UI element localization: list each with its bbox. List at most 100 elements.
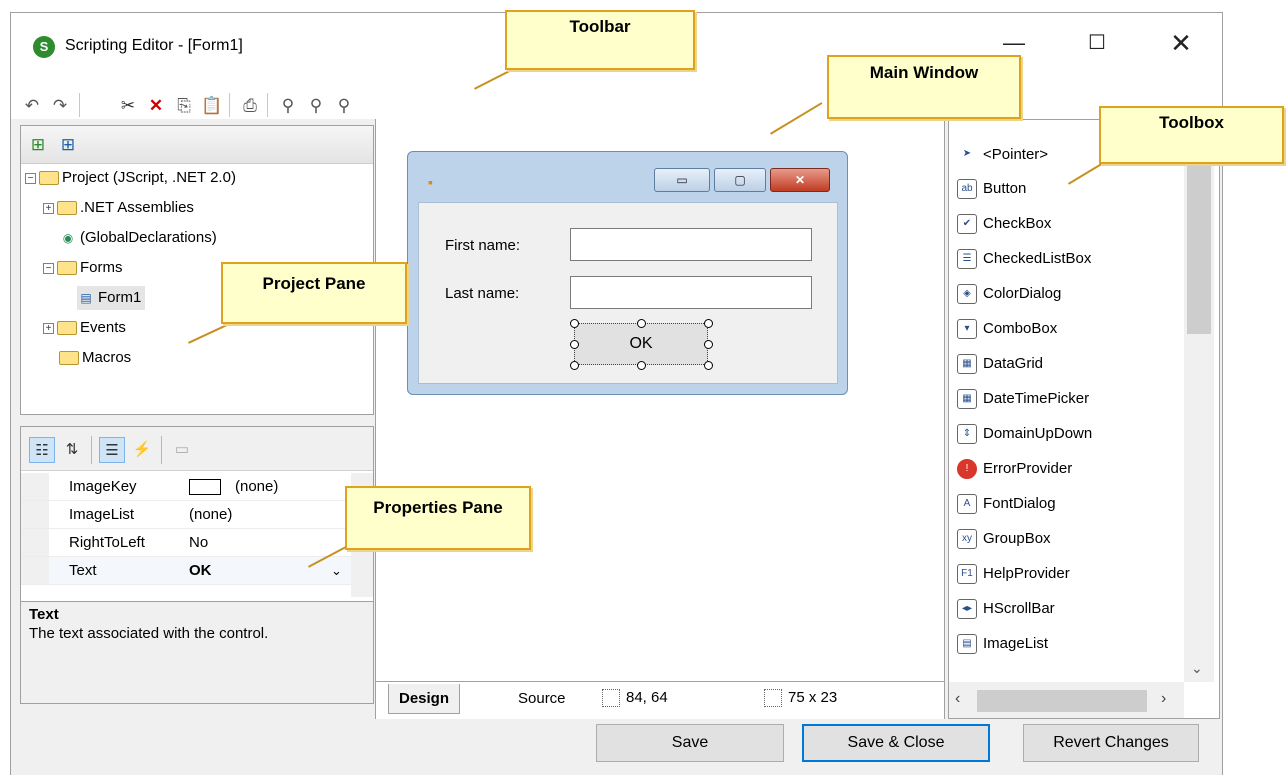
collapse-icon[interactable]: − — [43, 262, 54, 274]
resize-handle[interactable] — [704, 319, 713, 328]
resize-handle[interactable] — [704, 361, 713, 370]
description-title: Text — [29, 606, 59, 623]
folder-icon — [57, 321, 77, 336]
toolbox-item-pointer[interactable]: ➤ <Pointer> — [957, 140, 1048, 170]
form-close-button: ✕ — [770, 168, 830, 192]
close-button[interactable]: ✕ — [1158, 27, 1204, 59]
checkedlistbox-icon: ☰ — [957, 249, 977, 270]
find-icon[interactable]: ⚲ — [277, 95, 299, 117]
replace-icon[interactable]: ⚲ — [333, 95, 355, 117]
tree-item-global-declarations[interactable]: ◉ (GlobalDeclarations) — [59, 226, 217, 250]
callout-toolbar: Toolbar — [505, 10, 695, 70]
toolbox-item-checkbox[interactable]: ✔ CheckBox — [957, 209, 1051, 239]
tree-item-events[interactable]: + Events — [43, 316, 126, 340]
tree-item-net-assemblies[interactable]: + .NET Assemblies — [43, 196, 194, 220]
form-maximize-button: ▢ — [714, 168, 766, 192]
events-icon[interactable]: ⚡ — [129, 437, 155, 463]
resize-handle[interactable] — [570, 361, 579, 370]
toolbox-vertical-scrollbar[interactable]: ⌄ — [1184, 120, 1214, 682]
scroll-down-icon[interactable]: ⌄ — [1191, 660, 1203, 677]
toolbox-item-datetimepicker[interactable]: ▦ DateTimePicker — [957, 384, 1089, 414]
resize-handle[interactable] — [570, 340, 579, 349]
position-icon — [602, 689, 620, 708]
dropdown-arrow-icon[interactable]: ⌄ — [331, 557, 342, 585]
toolbox-item-fontdialog[interactable]: A FontDialog — [957, 489, 1056, 519]
form-icon: ▤ — [80, 291, 92, 306]
scroll-left-icon[interactable]: ‹ — [955, 690, 960, 708]
property-name: ImageKey — [69, 478, 137, 495]
first-name-label[interactable]: First name: — [445, 237, 520, 254]
save-close-button[interactable]: Save & Close — [802, 724, 990, 762]
ok-button[interactable]: OK — [574, 323, 708, 365]
toolbox-item-imagelist[interactable]: ▤ ImageList — [957, 629, 1048, 659]
pointer-icon: ➤ — [957, 145, 977, 166]
sort-alphabetical-icon[interactable]: ⇅ — [59, 437, 85, 463]
tab-design[interactable]: Design — [388, 684, 461, 714]
copy-icon[interactable]: ⎘ — [173, 95, 195, 117]
properties-toolbar: ☷ ⇅ ☰ ⚡ ▭ — [21, 427, 373, 471]
property-row-text[interactable]: Text OK ⌄ — [21, 557, 351, 585]
combobox-icon: ▾ — [957, 319, 977, 340]
resize-handle[interactable] — [704, 340, 713, 349]
tree-item-macros[interactable]: Macros — [59, 346, 131, 370]
datetimepicker-icon: ▦ — [957, 389, 977, 410]
scroll-right-icon[interactable]: › — [1161, 690, 1166, 708]
toolbox-item-hscrollbar[interactable]: ◂▸ HScrollBar — [957, 594, 1055, 624]
tab-source[interactable]: Source — [508, 684, 576, 714]
add-form-icon[interactable]: ⊞ — [57, 134, 79, 156]
folder-open-icon — [57, 261, 77, 276]
toolbox-horizontal-scrollbar[interactable]: ‹ › — [949, 682, 1184, 718]
expand-icon[interactable]: + — [43, 322, 54, 334]
toolbox-item-errorprovider[interactable]: ! ErrorProvider — [957, 454, 1072, 484]
tree-item-label: Events — [80, 319, 126, 336]
property-row-righttoleft[interactable]: RightToLeft No — [21, 529, 351, 557]
print-icon[interactable]: ⎙ — [239, 95, 261, 117]
resize-handle[interactable] — [637, 319, 646, 328]
redo-icon[interactable]: ↷ — [49, 95, 71, 117]
toolbox-item-button[interactable]: ab Button — [957, 174, 1026, 204]
form-preview[interactable]: ▪ ▭ ▢ ✕ First name: Last name: OK — [407, 151, 848, 395]
property-value[interactable]: OK — [189, 557, 212, 585]
helpprovider-icon: F1 — [957, 564, 977, 585]
last-name-textbox[interactable] — [570, 276, 812, 309]
last-name-label[interactable]: Last name: — [445, 285, 519, 302]
property-row-imagelist[interactable]: ImageList (none) — [21, 501, 351, 529]
property-name: RightToLeft — [69, 534, 145, 551]
undo-icon[interactable]: ↶ — [21, 95, 43, 117]
properties-icon[interactable]: ☰ — [99, 437, 125, 463]
first-name-textbox[interactable] — [570, 228, 812, 261]
expand-icon[interactable]: + — [43, 202, 54, 214]
find-next-icon[interactable]: ⚲ — [305, 95, 327, 117]
property-grid: ImageKey (none) ImageList (none) RightTo… — [21, 473, 373, 597]
toolbox-item-groupbox[interactable]: xy GroupBox — [957, 524, 1051, 554]
tree-item-form1[interactable]: ▤ Form1 — [77, 286, 146, 310]
toolbox-item-domainupdown[interactable]: ⇕ DomainUpDown — [957, 419, 1092, 449]
tree-item-forms[interactable]: − Forms — [43, 256, 123, 280]
scrollbar-thumb[interactable] — [977, 690, 1147, 712]
toolbox-item-colordialog[interactable]: ◈ ColorDialog — [957, 279, 1061, 309]
revert-changes-button[interactable]: Revert Changes — [1023, 724, 1199, 762]
add-project-icon[interactable]: ⊞ — [27, 134, 49, 156]
toolbox-item-combobox[interactable]: ▾ ComboBox — [957, 314, 1057, 344]
property-value[interactable]: (none) — [189, 501, 232, 529]
folder-icon — [59, 351, 79, 366]
resize-handle[interactable] — [637, 361, 646, 370]
resize-handle[interactable] — [570, 319, 579, 328]
maximize-button[interactable]: ☐ — [1074, 27, 1120, 59]
property-value[interactable]: No — [189, 529, 208, 557]
cut-icon[interactable]: ✂ — [117, 95, 139, 117]
property-row-imagekey[interactable]: ImageKey (none) — [21, 473, 351, 501]
property-value[interactable]: (none) — [189, 473, 278, 501]
save-button[interactable]: Save — [596, 724, 784, 762]
delete-icon[interactable]: ✕ — [145, 95, 167, 117]
paste-icon[interactable]: 📋 — [201, 95, 223, 117]
property-pages-icon[interactable]: ▭ — [169, 437, 195, 463]
toolbox-item-checkedlistbox[interactable]: ☰ CheckedListBox — [957, 244, 1091, 274]
collapse-icon[interactable]: − — [25, 172, 36, 184]
toolbox-item-datagrid[interactable]: ▦ DataGrid — [957, 349, 1043, 379]
tree-item-project[interactable]: − Project (JScript, .NET 2.0) — [25, 166, 236, 190]
categorized-icon[interactable]: ☷ — [29, 437, 55, 463]
main-window: ▪ ▭ ▢ ✕ First name: Last name: OK Design… — [375, 119, 945, 719]
toolbox-item-helpprovider[interactable]: F1 HelpProvider — [957, 559, 1070, 589]
groupbox-icon: xy — [957, 529, 977, 550]
